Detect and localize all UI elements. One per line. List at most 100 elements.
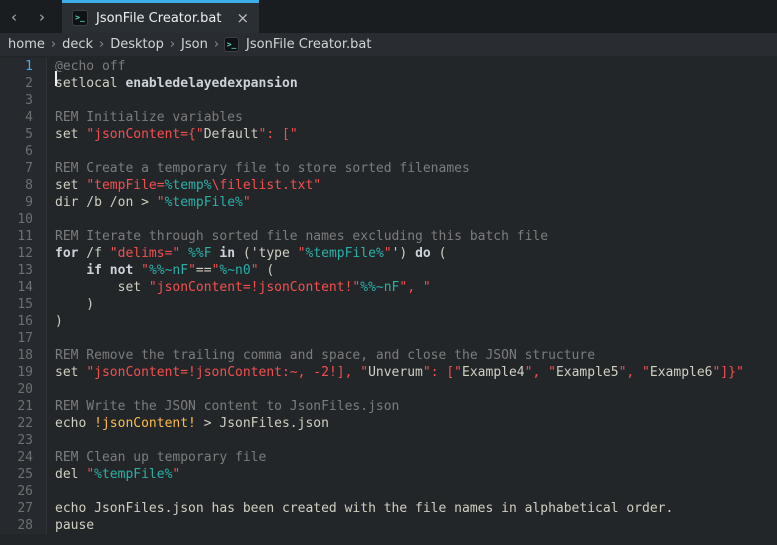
code-token: " [383,246,392,261]
code-token: " [141,263,149,278]
code-token: del [55,467,87,482]
code-token: REM Initialize variables [55,110,243,125]
code-line[interactable]: 26 [0,483,777,500]
code-token: pause [55,518,95,533]
code-line[interactable]: 7 REM Create a temporary file to store so… [0,160,777,177]
code-line[interactable]: 2 setlocal enabledelayedexpansion [0,75,777,92]
chevron-icon: › [50,37,57,52]
tab-close-icon[interactable]: × [236,10,249,26]
code-line[interactable]: 21 REM Write the JSON content to JsonFile… [0,398,777,415]
code-line[interactable]: 24 REM Clean up temporary file [0,449,777,466]
chevron-icon: › [213,37,220,52]
code-line[interactable]: 3 [0,92,777,109]
tab-jsonfile-creator[interactable]: >_ JsonFile Creator.bat × [62,0,260,33]
breadcrumb-segment[interactable]: home [5,37,48,52]
code-line-text: if not "%%~nF"=="%~n0" ( [47,262,274,279]
forward-icon: › [39,7,45,26]
line-number: 7 [0,160,47,177]
code-token: REM Remove the trailing comma and space,… [55,348,596,363]
code-line[interactable]: 11 REM Iterate through sorted file names … [0,228,777,245]
code-token: echo [55,416,95,431]
code-line-text: echo JsonFiles.json has been created wit… [47,500,673,517]
code-token: Example6 [649,365,713,380]
breadcrumb-segment[interactable]: Json [178,37,211,52]
code-line[interactable]: 6 [0,143,777,160]
code-token: %~n0 [219,263,251,278]
code-token: > JsonFiles.json [195,416,329,431]
code-line[interactable]: 19 set "jsonContent=!jsonContent:~, -2!],… [0,364,777,381]
line-number: 2 [0,75,47,92]
editor: 1 @echo off 2 setlocal enabledelayedexpansi… [0,56,777,545]
code-token: @echo off [55,59,126,74]
breadcrumb: home › deck › Desktop › Json › >_ JsonFile Creato… [0,33,777,56]
code-token: %temp% [164,178,212,193]
chevron-icon: › [99,37,105,52]
code-token: ( [430,246,447,261]
code-token: ": [" [422,365,463,380]
line-number: 16 [0,313,47,330]
kate-window: ‹ › >_ JsonFile Creator.bat × home › deck ›… [0,0,777,545]
code-token: %%F [188,246,212,261]
line-number: 6 [0,143,47,160]
code-token: " [172,467,181,482]
line-number: 10 [0,211,47,228]
breadcrumb-file[interactable]: JsonFile Creator.bat [243,37,374,52]
code-line[interactable]: 12 for /f "delims=" %%F in ('type "%tempF… [0,245,777,262]
code-line[interactable]: 28 pause [0,517,777,534]
code-line[interactable]: 15 ) [0,296,777,313]
code-line-text: REM Iterate through sorted file names ex… [47,228,548,245]
line-number: 13 [0,262,47,279]
line-number: 20 [0,381,47,398]
code-line-text: REM Write the JSON content to JsonFiles.… [47,398,399,415]
line-number: 4 [0,109,47,126]
code-token: set [55,178,87,193]
code-line[interactable]: 10 [0,211,777,228]
code-line[interactable]: 14 set "jsonContent=!jsonContent!"%%~nF"… [0,279,777,296]
code-line-text: dir /b /on > "%tempFile%" [47,194,251,211]
code-token: !jsonContent! [94,416,196,431]
code-token: REM Write the JSON content to JsonFiles.… [55,399,400,414]
breadcrumb-segment[interactable]: Desktop [107,37,167,52]
forward-button[interactable]: › [28,0,56,33]
code-line[interactable]: 4 REM Initialize variables [0,109,777,126]
code-line-text: REM Remove the trailing comma and space,… [47,347,595,364]
code-token: ", " [618,365,650,380]
code-line[interactable]: 17 [0,330,777,347]
code-line-text: setlocal enabledelayedexpansion [47,75,298,92]
line-number: 14 [0,279,47,296]
code-token: ": [" [258,127,298,142]
code-line[interactable]: 1 @echo off [0,58,777,86]
code-line[interactable]: 23 [0,432,777,449]
code-token: ( [258,263,275,278]
back-button[interactable]: ‹ [0,0,28,33]
code-line-text: REM Create a temporary file to store sor… [47,160,470,177]
code-token: == [195,263,212,278]
code-line[interactable]: 9 dir /b /on > "%tempFile%" [0,194,777,211]
code-token: for [55,246,79,261]
line-number: 18 [0,347,47,364]
code-line[interactable]: 18 REM Remove the trailing comma and spac… [0,347,777,364]
code-line[interactable]: 25 del "%tempFile%" [0,466,777,483]
code-line[interactable]: 20 [0,381,777,398]
code-line[interactable]: 8 set "tempFile=%temp%\filelist.txt" [0,177,777,194]
code-token: Default [203,127,259,142]
breadcrumb-segment[interactable]: deck [59,37,96,52]
code-line[interactable]: 16) [0,313,777,330]
code-token: Example5 [555,365,619,380]
code-line[interactable]: 27 echo JsonFiles.json has been created w… [0,500,777,517]
code-token: set [55,365,87,380]
code-line-text: set "jsonContent=!jsonContent!"%%~nF", " [47,279,431,296]
line-number: 27 [0,500,47,517]
line-number: 22 [0,415,47,432]
code-token: Unverum [368,365,423,380]
code-line[interactable]: 22 echo !jsonContent! > JsonFiles.json [0,415,777,432]
code-line-text: set "tempFile=%temp%\filelist.txt" [47,177,321,194]
code-line[interactable]: 13 if not "%%~nF"=="%~n0" ( [0,262,777,279]
code-token: ('type [235,246,298,261]
code-line[interactable]: 5 set "jsonContent={"Default": [" [0,126,777,143]
